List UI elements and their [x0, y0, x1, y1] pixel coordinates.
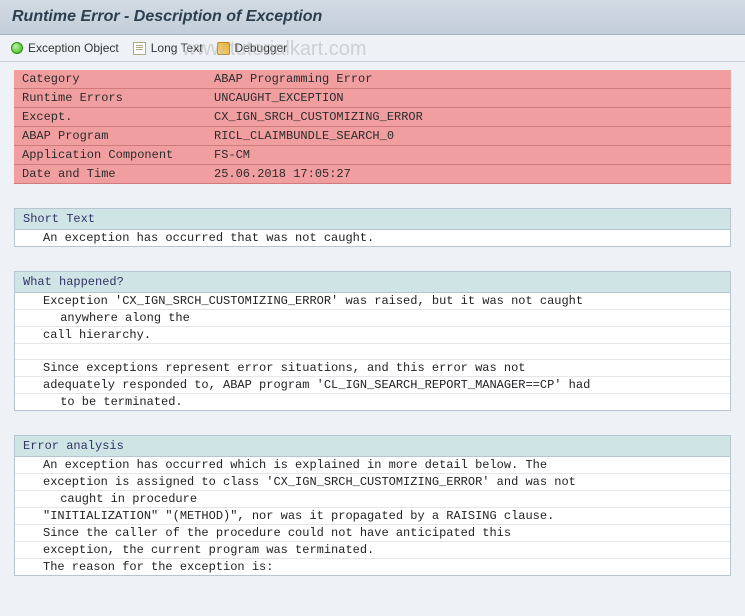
datetime-value: 25.06.2018 17:05:27 [206, 165, 731, 184]
except-label: Except. [14, 108, 206, 127]
short-text-line: An exception has occurred that was not c… [15, 230, 730, 246]
what-happened-title: What happened? [15, 272, 730, 293]
appcomp-value: FS-CM [206, 146, 731, 165]
abap-value: RICL_CLAIMBUNDLE_SEARCH_0 [206, 127, 731, 146]
debugger-button[interactable]: Debugger [217, 41, 288, 55]
text-line: An exception has occurred which is expla… [15, 457, 730, 474]
row-date-time: Date and Time 25.06.2018 17:05:27 [14, 165, 731, 184]
text-line: exception, the current program was termi… [15, 542, 730, 559]
appcomp-label: Application Component [14, 146, 206, 165]
text-line: "INITIALIZATION" "(METHOD)", nor was it … [15, 508, 730, 525]
green-circle-icon [10, 41, 24, 55]
except-value: CX_IGN_SRCH_CUSTOMIZING_ERROR [206, 108, 731, 127]
page-title: Runtime Error - Description of Exception [12, 8, 733, 26]
error-analysis-title: Error analysis [15, 436, 730, 457]
row-category: Category ABAP Programming Error [14, 70, 731, 89]
text-line: exception is assigned to class 'CX_IGN_S… [15, 474, 730, 491]
text-line: caught in procedure [15, 491, 730, 508]
category-value: ABAP Programming Error [206, 70, 731, 89]
category-label: Category [14, 70, 206, 89]
datetime-label: Date and Time [14, 165, 206, 184]
empty-line [15, 344, 730, 360]
short-text-title: Short Text [15, 209, 730, 230]
text-line: anywhere along the [15, 310, 730, 327]
what-happened-section: What happened? Exception 'CX_IGN_SRCH_CU… [14, 271, 731, 411]
row-abap-program: ABAP Program RICL_CLAIMBUNDLE_SEARCH_0 [14, 127, 731, 146]
text-line: The reason for the exception is: [15, 559, 730, 575]
exception-object-button[interactable]: Exception Object [10, 41, 119, 55]
runtime-value: UNCAUGHT_EXCEPTION [206, 89, 731, 108]
row-except: Except. CX_IGN_SRCH_CUSTOMIZING_ERROR [14, 108, 731, 127]
header: Runtime Error - Description of Exception [0, 0, 745, 35]
main-content: Category ABAP Programming Error Runtime … [0, 62, 745, 584]
debugger-icon [217, 41, 231, 55]
what-happened-body: Exception 'CX_IGN_SRCH_CUSTOMIZING_ERROR… [15, 293, 730, 410]
document-icon [133, 41, 147, 55]
error-analysis-section: Error analysis An exception has occurred… [14, 435, 731, 576]
error-summary-table: Category ABAP Programming Error Runtime … [14, 70, 731, 184]
text-line: to be terminated. [15, 394, 730, 410]
text-line: Exception 'CX_IGN_SRCH_CUSTOMIZING_ERROR… [15, 293, 730, 310]
exception-object-label: Exception Object [28, 41, 119, 55]
debugger-label: Debugger [235, 41, 288, 55]
long-text-button[interactable]: Long Text [133, 41, 203, 55]
text-line: Since the caller of the procedure could … [15, 525, 730, 542]
abap-label: ABAP Program [14, 127, 206, 146]
runtime-label: Runtime Errors [14, 89, 206, 108]
text-line: Since exceptions represent error situati… [15, 360, 730, 377]
text-line: call hierarchy. [15, 327, 730, 344]
error-analysis-body: An exception has occurred which is expla… [15, 457, 730, 575]
short-text-section: Short Text An exception has occurred tha… [14, 208, 731, 247]
toolbar: Exception Object Long Text Debugger [0, 35, 745, 62]
short-text-body: An exception has occurred that was not c… [15, 230, 730, 246]
row-app-component: Application Component FS-CM [14, 146, 731, 165]
row-runtime-errors: Runtime Errors UNCAUGHT_EXCEPTION [14, 89, 731, 108]
long-text-label: Long Text [151, 41, 203, 55]
text-line: adequately responded to, ABAP program 'C… [15, 377, 730, 394]
